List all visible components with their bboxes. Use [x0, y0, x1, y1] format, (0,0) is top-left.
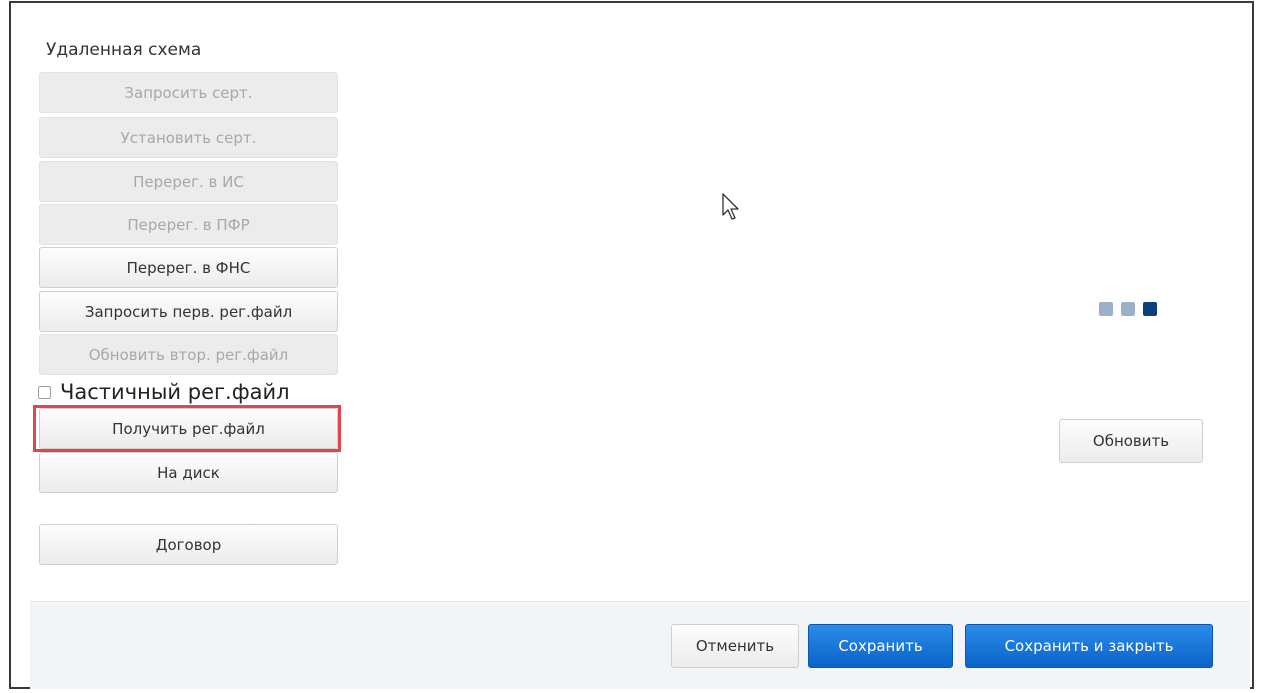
cancel-button[interactable]: Отменить: [671, 624, 799, 668]
rereg-pfr-button[interactable]: Перерег. в ПФР: [39, 204, 338, 245]
rereg-fns-button[interactable]: Перерег. в ФНС: [39, 247, 338, 288]
highlight-box: [33, 405, 341, 452]
request-first-regfile-button[interactable]: Запросить перв. рег.файл: [39, 291, 338, 332]
to-disk-button[interactable]: На диск: [39, 452, 338, 493]
loading-dot: [1099, 302, 1113, 316]
partial-regfile-label: Частичный рег.файл: [60, 380, 290, 404]
loading-dot: [1121, 302, 1135, 316]
save-button[interactable]: Сохранить: [808, 624, 953, 668]
loading-indicator: [1099, 302, 1157, 316]
save-and-close-button[interactable]: Сохранить и закрыть: [965, 624, 1213, 668]
loading-dot-active: [1143, 302, 1157, 316]
contract-button[interactable]: Договор: [39, 524, 338, 565]
section-title: Удаленная схема: [46, 40, 202, 60]
install-cert-button[interactable]: Установить серт.: [39, 117, 338, 158]
partial-regfile-checkbox-row[interactable]: Частичный рег.файл: [38, 380, 290, 404]
dialog-footer: Отменить Сохранить Сохранить и закрыть: [30, 601, 1250, 689]
refresh-button[interactable]: Обновить: [1059, 419, 1203, 463]
partial-regfile-checkbox[interactable]: [38, 385, 51, 399]
rereg-is-button[interactable]: Перерег. в ИС: [39, 161, 338, 202]
mouse-cursor-icon: [722, 193, 739, 220]
request-cert-button[interactable]: Запросить серт.: [39, 72, 338, 113]
update-second-regfile-button[interactable]: Обновить втор. рег.файл: [39, 334, 338, 375]
